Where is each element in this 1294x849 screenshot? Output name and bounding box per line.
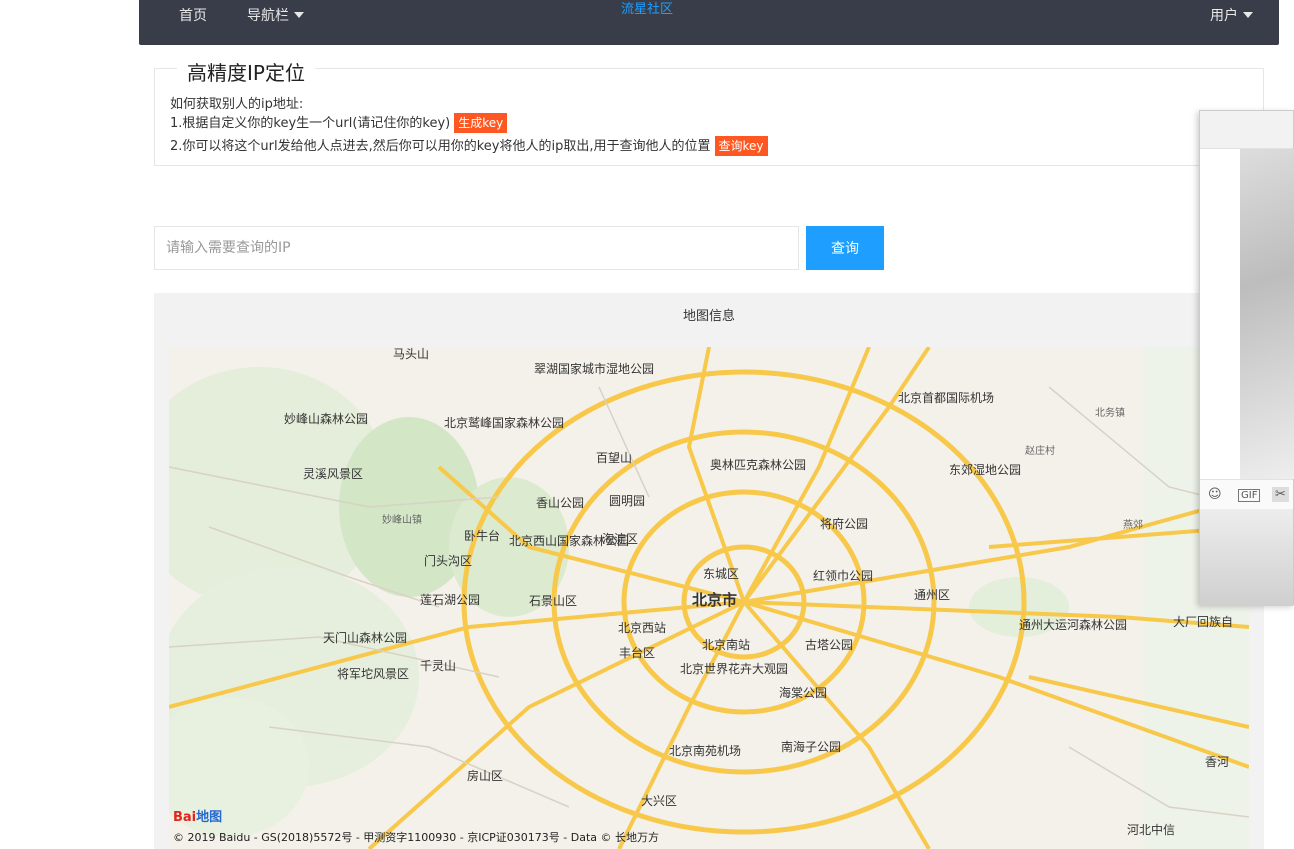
intro-fieldset: 高精度IP定位 如何获取别人的ip地址: 1.根据自定义你的key生一个url(… [154,57,1264,166]
scissors-icon[interactable]: ✂ [1272,487,1289,502]
map-label: 大厂回族自 [1173,615,1233,629]
map-label: 房山区 [467,768,503,783]
map-label: 将军坨风景区 [337,666,409,681]
map-label: 百望山 [596,451,632,465]
nav-brand[interactable]: 流星社区 [621,0,673,17]
side-panel-header [1200,111,1293,149]
map-label: 海棠公园 [779,685,827,700]
nav-navbar-label: 导航栏 [247,8,289,24]
map-label: 赵庄村 [1025,444,1055,457]
map-label: 将府公园 [820,516,868,531]
map-label: 翠湖国家城市湿地公园 [534,361,654,376]
map-label: 北京西山国家森林公园 [509,533,629,548]
intro-line-2: 1.根据自定义你的key生一个url(请记住你的key) 生成key [170,112,508,133]
map-label: 河北中信 [1127,822,1175,837]
map-label: 马头山 [393,347,429,361]
map-label: 门头沟区 [424,553,472,568]
map-label: 卧牛台 [464,528,500,543]
map-label: 灵溪风景区 [303,467,363,481]
map-label: 东城区 [703,567,739,581]
map-canvas[interactable]: 北京市 东城区 海淀区 石景山区 丰台区 门头沟区 通州区 大兴区 房山区 北京… [169,347,1249,849]
ip-search-input[interactable] [154,226,799,270]
map-label: 北京世界花卉大观园 [680,661,788,676]
map-label: 红领巾公园 [813,568,873,583]
map-label: 妙峰山镇 [382,513,422,526]
page-title: 高精度IP定位 [177,57,315,86]
side-panel-toolbar: ☺ GIF ✂ [1200,479,1293,509]
map-label: 北京首都国际机场 [898,391,994,405]
map-label: 石景山区 [529,594,577,608]
emoji-icon[interactable]: ☺ [1208,487,1222,502]
side-chat-panel: ☺ GIF ✂ [1199,110,1294,606]
chevron-down-icon [1243,12,1253,18]
intro-line-3: 2.你可以将这个url发给他人点进去,然后你可以用你的key将他人的ip取出,用… [170,135,768,156]
map-label: 北京西站 [618,621,666,635]
side-panel-image [1200,509,1293,606]
query-button[interactable]: 查询 [806,226,884,270]
map-label: 南海子公园 [781,739,841,754]
map-label: 妙峰山森林公园 [284,411,368,426]
map-copyright: © 2019 Baidu - GS(2018)5572号 - 甲测资字11009… [173,831,660,844]
map-label: 北务镇 [1095,406,1125,419]
map-label: 燕郊 [1123,518,1143,531]
map-label: 千灵山 [420,659,456,673]
intro-line-3-text: 2.你可以将这个url发给他人点进去,然后你可以用你的key将他人的ip取出,用… [170,139,711,154]
map-label: 圆明园 [609,494,645,508]
nav-user-label: 用户 [1210,8,1238,24]
top-navbar: 首页 导航栏 流星社区 用户 [139,0,1279,45]
baidu-logo: Bai地图 [173,810,223,825]
map-label: 古塔公园 [805,637,853,652]
map-label: 通州区 [914,588,950,602]
side-panel-photo [1240,149,1294,479]
map-label: 莲石湖公园 [420,592,480,607]
map-label: 奥林匹克森林公园 [710,457,806,472]
nav-user-menu[interactable]: 用户 [1210,5,1253,25]
map-label: 北京南苑机场 [669,743,741,758]
map-graphic: 北京市 东城区 海淀区 石景山区 丰台区 门头沟区 通州区 大兴区 房山区 北京… [169,347,1249,849]
map-label: 北京市 [692,591,737,609]
nav-navbar-menu[interactable]: 导航栏 [247,5,304,25]
map-label: 天门山森林公园 [323,630,407,645]
map-label: 大兴区 [641,794,677,808]
map-label: 北京鹫峰国家森林公园 [444,415,564,430]
generate-key-button[interactable]: 生成key [454,113,508,133]
map-label: 香山公园 [536,496,584,510]
map-panel: 地图信息 北京市 东城区 海淀区 石景山区 丰台区 门头沟区 通州区 大兴区 房… [154,293,1264,849]
map-label: 北京南站 [702,637,750,652]
intro-line-1: 如何获取别人的ip地址: [170,97,304,112]
nav-home[interactable]: 首页 [179,5,207,25]
gif-icon[interactable]: GIF [1238,489,1261,502]
map-panel-title: 地图信息 [682,309,735,324]
map-label: 香河 [1205,755,1229,769]
map-label: 通州大运河森林公园 [1019,617,1127,632]
chevron-down-icon [294,12,304,18]
intro-line-2-text: 1.根据自定义你的key生一个url(请记住你的key) [170,116,451,131]
map-label: 东郊湿地公园 [949,462,1021,477]
query-key-button[interactable]: 查询key [714,136,768,156]
map-label: 丰台区 [619,645,655,660]
